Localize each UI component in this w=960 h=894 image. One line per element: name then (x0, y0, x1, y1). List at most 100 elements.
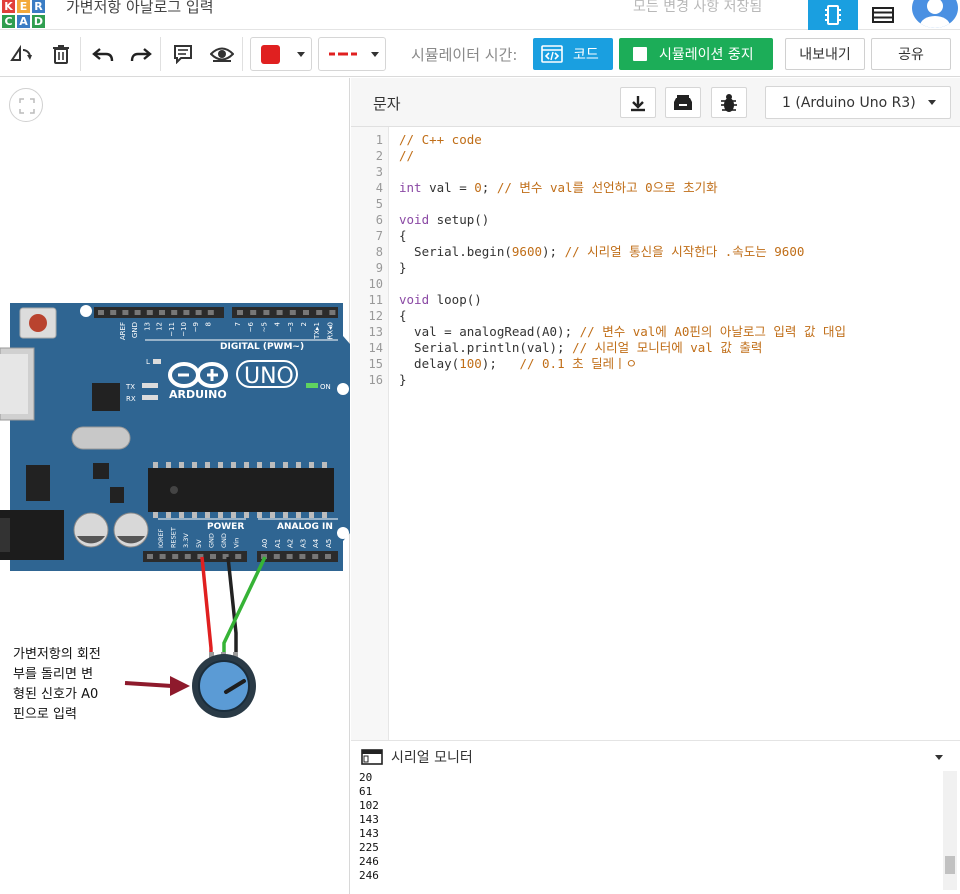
usb-port-inner (0, 354, 28, 414)
rx-led (142, 395, 158, 400)
code-line[interactable]: void loop() (399, 292, 482, 308)
visibility-button[interactable] (207, 39, 237, 69)
mounting-hole (80, 305, 92, 317)
annotation-text: 가변저항의 회전 부를 돌리면 변 형된 신호가 A0 핀으로 입력 (13, 645, 125, 725)
pin-hole[interactable] (329, 310, 336, 315)
document-title[interactable]: 가변저항 아날로그 입력 (66, 0, 214, 15)
code-token: int (399, 180, 422, 195)
pin-hole[interactable] (312, 554, 319, 559)
user-avatar-icon (920, 0, 950, 28)
collapse-caret-icon[interactable] (935, 755, 943, 760)
user-avatar[interactable] (912, 0, 958, 28)
device-select-value: 1 (Arduino Uno R3) (782, 95, 916, 111)
code-line[interactable]: { (399, 228, 407, 244)
code-line[interactable]: Serial.println(val); // 시리얼 모니터에 val 값 출… (399, 340, 762, 356)
code-line[interactable]: } (399, 372, 407, 388)
pin-hole[interactable] (195, 310, 202, 315)
library-button[interactable] (665, 87, 701, 118)
pin-hole[interactable] (134, 310, 141, 315)
code-line[interactable]: void setup() (399, 212, 489, 228)
pin-hole[interactable] (183, 310, 190, 315)
pin-hole[interactable] (289, 310, 296, 315)
digital-pin-label: ~10 (180, 322, 188, 337)
code-line[interactable]: val = analogRead(A0); // 변수 val에 A0핀의 아날… (399, 324, 846, 340)
code-line[interactable]: int val = 0; // 변수 val를 선언하고 0으로 초기화 (399, 180, 718, 196)
voltage-regulator (26, 465, 50, 501)
stop-icon (633, 47, 647, 61)
pin-hole[interactable] (171, 310, 178, 315)
pin-hole[interactable] (147, 554, 153, 559)
serial-scrollbar-thumb[interactable] (945, 856, 955, 874)
delete-button[interactable] (46, 39, 76, 69)
code-token: 100 (459, 356, 482, 371)
device-select[interactable]: 1 (Arduino Uno R3) (765, 86, 951, 119)
rotate-button[interactable] (6, 39, 36, 69)
code-token: // (399, 148, 415, 163)
code-button[interactable]: 코드 (533, 38, 613, 70)
power-pin-label: GND (220, 533, 228, 548)
redo-button[interactable] (126, 39, 156, 69)
pin-hole[interactable] (110, 310, 117, 315)
pin-hole[interactable] (250, 310, 257, 315)
notes-button[interactable] (168, 39, 198, 69)
code-line[interactable]: // C++ code (399, 132, 482, 148)
pin-hole[interactable] (159, 554, 166, 559)
pin-hole[interactable] (207, 310, 214, 315)
pin-hole[interactable] (235, 554, 242, 559)
undo-button[interactable] (88, 39, 118, 69)
export-button[interactable]: 내보내기 (785, 38, 865, 70)
circuit-view-button[interactable] (808, 0, 858, 30)
pin-hole[interactable] (237, 310, 243, 315)
pin-hole[interactable] (303, 310, 309, 315)
chip-leg (296, 462, 301, 468)
pin-hole[interactable] (273, 554, 280, 559)
serial-monitor-output[interactable]: 20 61 102 143 143 225 246 246 (351, 771, 960, 894)
code-mode-label[interactable]: 문자 (373, 93, 401, 114)
debugger-button[interactable] (711, 87, 747, 118)
tinkercad-logo[interactable]: KER CAD (2, 0, 46, 28)
code-editor[interactable]: 1 2 3 4 5 6 7 8 9 10 11 12 13 14 15 16 // C++ code//int… (351, 127, 960, 740)
pin-hole[interactable] (184, 554, 191, 559)
stop-simulation-button[interactable]: 시뮬레이션 중지 (619, 38, 773, 70)
reset-button-cap (29, 314, 47, 332)
pin-hole[interactable] (316, 310, 323, 315)
serial-monitor-header[interactable]: 시리얼 모니터 (351, 740, 960, 771)
code-token: val = analogRead(A0); (399, 324, 580, 339)
serial-line: 246 (359, 869, 379, 882)
wire-color-dropdown[interactable] (250, 37, 312, 71)
code-line[interactable]: } (399, 260, 407, 276)
code-line[interactable]: delay(100); // 0.1 초 딜레ㅣㅇ (399, 356, 637, 372)
code-line[interactable]: Serial.begin(9600); // 시리얼 통신을 시작한다 .속도는… (399, 244, 804, 260)
pin-hole[interactable] (299, 554, 306, 559)
pin-hole[interactable] (146, 310, 153, 315)
pin-hole[interactable] (325, 554, 331, 559)
code-line[interactable]: { (399, 308, 407, 324)
pin-hole[interactable] (172, 554, 179, 559)
share-button[interactable]: 공유 (871, 38, 951, 70)
chip-leg (322, 462, 327, 468)
pin-hole[interactable] (98, 310, 104, 315)
code-token: val = (421, 180, 475, 195)
pin-hole[interactable] (263, 310, 270, 315)
annotation-arrow-icon (124, 676, 190, 696)
download-icon (631, 95, 645, 111)
component-list-button[interactable] (862, 0, 904, 30)
circuit-canvas[interactable]: AREF GND 13 12 ~11 ~10 ~9 8 7 ~6 ~5 4 ~3 2 TX▸1 RX◂0 DI… (0, 78, 350, 894)
power-pin-label: IOREF (157, 528, 165, 548)
pin-hole[interactable] (122, 310, 129, 315)
wire-style-dropdown[interactable] (318, 37, 386, 71)
download-button[interactable] (620, 87, 656, 118)
code-token: ); (542, 244, 565, 259)
pin-hole[interactable] (286, 554, 293, 559)
usb-chip (92, 383, 120, 411)
wire-gnd-black (226, 556, 238, 658)
code-line[interactable]: // (399, 148, 414, 164)
pin-hole[interactable] (210, 554, 216, 559)
digital-pin-label: 8 (204, 322, 212, 326)
pin-hole[interactable] (159, 310, 165, 315)
pin-hole[interactable] (276, 310, 283, 315)
chip-leg (322, 512, 327, 518)
logo-letter: K (2, 0, 15, 13)
line-number: 15 (368, 357, 383, 371)
toolbar-separator (242, 37, 243, 71)
